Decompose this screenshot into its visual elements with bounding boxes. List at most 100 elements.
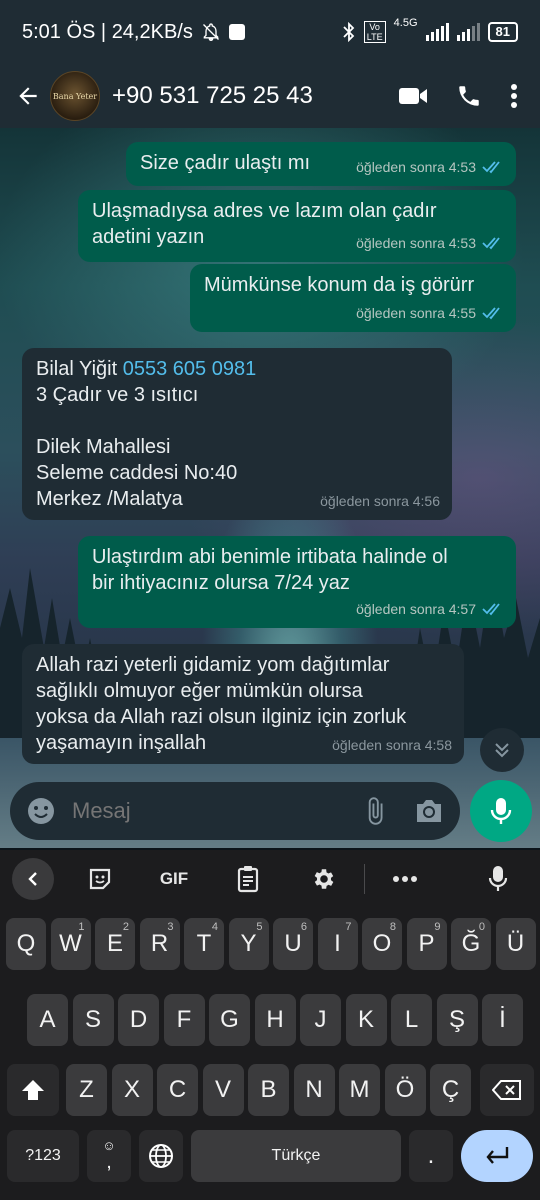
sender-name: Bilal Yiğit bbox=[36, 358, 118, 380]
key-hint: 6 bbox=[300, 921, 307, 933]
key-v[interactable]: V bbox=[202, 1064, 244, 1116]
key-ş[interactable]: Ş bbox=[436, 994, 478, 1046]
symbols-key[interactable]: ?123 bbox=[7, 1130, 79, 1182]
message-time: öğleden sonra 4:53 bbox=[356, 235, 476, 251]
key-hint: 0 bbox=[478, 921, 485, 933]
key-label: W bbox=[59, 930, 82, 957]
key-n[interactable]: N bbox=[293, 1064, 335, 1116]
attach-paperclip-icon[interactable] bbox=[360, 796, 390, 826]
key-y[interactable]: Y5 bbox=[228, 918, 269, 970]
language-key[interactable] bbox=[139, 1130, 183, 1182]
phone-call-icon[interactable] bbox=[456, 83, 482, 109]
sticker-button[interactable] bbox=[70, 859, 130, 899]
status-time-speed: 5:01 ÖS | 24,2KB/s bbox=[22, 20, 193, 43]
key-x[interactable]: X bbox=[111, 1064, 153, 1116]
enter-arrow-icon bbox=[486, 1147, 509, 1164]
key-i[interactable]: I7 bbox=[317, 918, 358, 970]
back-arrow-icon[interactable] bbox=[12, 80, 44, 112]
key-label: R bbox=[150, 930, 169, 957]
more-horizontal-icon bbox=[393, 876, 417, 882]
gif-button[interactable]: GIF bbox=[144, 859, 204, 899]
key-hint: 4 bbox=[211, 921, 218, 933]
key-ö[interactable]: Ö bbox=[384, 1064, 426, 1116]
message-time: öğleden sonra 4:58 bbox=[332, 737, 452, 753]
message-out[interactable]: Mümkünse konum da iş görürr öğleden sonr… bbox=[190, 264, 516, 332]
settings-button[interactable] bbox=[294, 859, 354, 899]
contact-name[interactable]: +90 531 725 25 43 bbox=[112, 82, 313, 110]
message-in[interactable]: Bilal Yiğit 0553 605 0981 3 Çadır ve 3 ı… bbox=[22, 348, 452, 520]
message-out[interactable]: Ulaştırdım abi benimle irtibata halinde … bbox=[78, 536, 516, 628]
key-e[interactable]: E2 bbox=[95, 918, 135, 970]
key-t[interactable]: T4 bbox=[184, 918, 224, 970]
period-key[interactable]: . bbox=[409, 1130, 453, 1182]
enter-key[interactable] bbox=[461, 1130, 533, 1182]
key-f[interactable]: F bbox=[163, 994, 205, 1046]
more-button[interactable] bbox=[375, 859, 435, 899]
more-options-icon[interactable] bbox=[510, 83, 518, 109]
key-row-4: ?123 ☺ , Türkçe . bbox=[0, 1130, 540, 1182]
key-label: Ğ bbox=[461, 930, 481, 957]
key-o[interactable]: O8 bbox=[362, 918, 402, 970]
phone-number-link[interactable]: 0553 605 0981 bbox=[123, 358, 256, 380]
message-text bbox=[36, 408, 438, 434]
camera-icon[interactable] bbox=[414, 797, 444, 825]
emoji-comma-key[interactable]: ☺ , bbox=[87, 1130, 131, 1182]
key-hint: 7 bbox=[345, 921, 352, 933]
status-bar: 5:01 ÖS | 24,2KB/s Vo LTE 4.5G 81 bbox=[0, 0, 540, 64]
key-p[interactable]: P9 bbox=[406, 918, 447, 970]
key-g[interactable]: G bbox=[209, 994, 250, 1046]
toolbar-divider bbox=[364, 864, 365, 894]
space-key[interactable]: Türkçe bbox=[191, 1130, 401, 1182]
key-r[interactable]: R3 bbox=[139, 918, 180, 970]
voice-message-button[interactable] bbox=[470, 780, 532, 842]
key-i̇[interactable]: İ bbox=[482, 994, 523, 1046]
key-m[interactable]: M bbox=[339, 1064, 380, 1116]
scroll-to-bottom-button[interactable] bbox=[480, 728, 524, 772]
double-check-read-icon bbox=[482, 161, 500, 174]
key-k[interactable]: K bbox=[345, 994, 387, 1046]
double-chevron-down-icon bbox=[495, 743, 509, 758]
key-j[interactable]: J bbox=[300, 994, 341, 1046]
video-call-icon[interactable] bbox=[398, 85, 428, 107]
chevron-left-icon bbox=[28, 872, 37, 886]
double-check-read-icon bbox=[482, 237, 500, 250]
message-composer bbox=[10, 782, 460, 840]
key-ç[interactable]: Ç bbox=[430, 1064, 471, 1116]
shift-key[interactable] bbox=[7, 1064, 59, 1116]
key-hint: 1 bbox=[78, 921, 85, 933]
key-w[interactable]: W1 bbox=[50, 918, 91, 970]
clipboard-button[interactable] bbox=[218, 859, 278, 899]
chat-area[interactable]: Size çadır ulaştı mı öğleden sonra 4:53 … bbox=[0, 128, 540, 848]
message-text: Ulaşmadıysa adres ve lazım olan çadır bbox=[92, 200, 437, 222]
sticker-icon bbox=[89, 868, 111, 890]
key-s[interactable]: S bbox=[72, 994, 114, 1046]
key-a[interactable]: A bbox=[27, 994, 68, 1046]
message-text: Ulaştırdım abi benimle irtibata halinde … bbox=[92, 546, 448, 568]
key-b[interactable]: B bbox=[248, 1064, 289, 1116]
key-q[interactable]: Q bbox=[6, 918, 46, 970]
key-hint: 5 bbox=[256, 921, 263, 933]
key-label: U bbox=[284, 930, 302, 957]
message-input[interactable] bbox=[72, 798, 360, 824]
backspace-key[interactable] bbox=[480, 1064, 534, 1116]
voice-typing-button[interactable] bbox=[468, 859, 528, 899]
toolbar-collapse-button[interactable] bbox=[12, 858, 54, 900]
key-d[interactable]: D bbox=[118, 994, 159, 1046]
keyboard: GIF QW1E2R3T4Y5U6I7O8P9Ğ0Ü ASDFGHJKLŞİ Z… bbox=[0, 850, 540, 1200]
message-time: öğleden sonra 4:55 bbox=[356, 305, 476, 321]
message-in[interactable]: Allah razi yeterli gidamiz yom dağıtımla… bbox=[22, 644, 464, 764]
key-l[interactable]: L bbox=[391, 994, 432, 1046]
contact-avatar[interactable]: Bana Yeter bbox=[50, 71, 100, 121]
message-out[interactable]: Ulaşmadıysa adres ve lazım olan çadır ad… bbox=[78, 190, 516, 262]
key-z[interactable]: Z bbox=[66, 1064, 107, 1116]
emoji-icon[interactable] bbox=[26, 796, 56, 826]
key-c[interactable]: C bbox=[157, 1064, 198, 1116]
globe-icon bbox=[149, 1144, 173, 1168]
key-h[interactable]: H bbox=[254, 994, 296, 1046]
gear-icon bbox=[314, 869, 334, 889]
key-ğ[interactable]: Ğ0 bbox=[451, 918, 491, 970]
key-ü[interactable]: Ü bbox=[495, 918, 536, 970]
message-out[interactable]: Size çadır ulaştı mı öğleden sonra 4:53 bbox=[126, 142, 516, 186]
key-hint: 2 bbox=[122, 921, 129, 933]
key-u[interactable]: U6 bbox=[273, 918, 313, 970]
